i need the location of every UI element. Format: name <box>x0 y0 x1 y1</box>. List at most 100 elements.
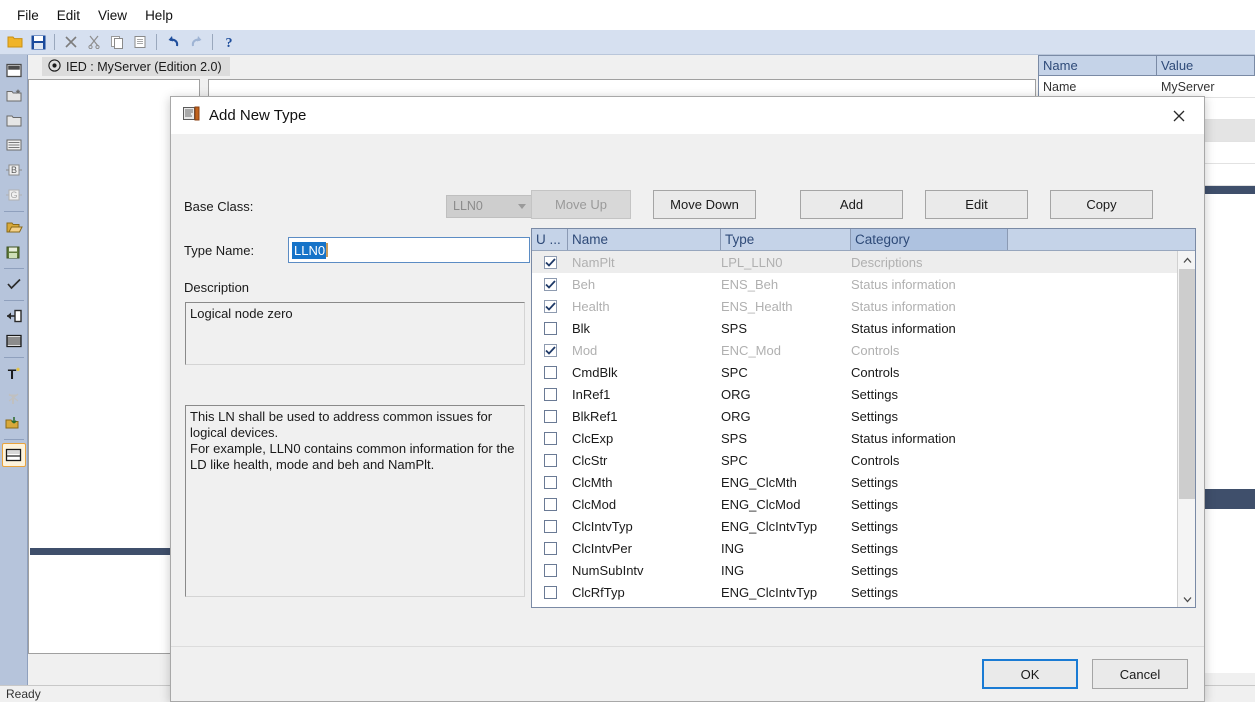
checkbox-unchecked-icon[interactable] <box>543 519 557 533</box>
dialog-title-bar[interactable]: Add New Type <box>171 97 1204 134</box>
list-item[interactable]: Health ENS_Health Status information <box>532 295 1178 317</box>
checkbox-checked-icon[interactable] <box>543 255 557 269</box>
checkbox-unchecked-icon[interactable] <box>543 475 557 489</box>
row-checkbox-cell[interactable] <box>532 431 568 445</box>
list-item[interactable]: Mod ENC_Mod Controls <box>532 339 1178 361</box>
close-icon[interactable] <box>1158 101 1200 130</box>
row-checkbox-cell[interactable] <box>532 497 568 511</box>
list-item[interactable]: CmdBlk SPC Controls <box>532 361 1178 383</box>
copy-button[interactable]: Copy <box>1050 190 1153 219</box>
row-checkbox-cell[interactable] <box>532 365 568 379</box>
scrollbar-thumb[interactable] <box>1179 269 1195 499</box>
add-text-icon[interactable]: T <box>2 361 26 385</box>
save-file-icon[interactable] <box>2 240 26 264</box>
checkbox-unchecked-icon[interactable] <box>543 585 557 599</box>
checkbox-unchecked-icon[interactable] <box>543 365 557 379</box>
row-checkbox-cell[interactable] <box>532 453 568 467</box>
checkbox-unchecked-icon[interactable] <box>543 563 557 577</box>
list-item[interactable]: NamPlt LPL_LLN0 Descriptions <box>532 251 1178 273</box>
properties-header-name[interactable]: Name <box>1039 56 1157 75</box>
list-item[interactable]: ClcMod ENG_ClcMod Settings <box>532 493 1178 515</box>
list-item[interactable]: InRef1 ORG Settings <box>532 383 1178 405</box>
row-checkbox-cell[interactable] <box>532 475 568 489</box>
list-item[interactable]: Beh ENS_Beh Status information <box>532 273 1178 295</box>
remove-text-icon[interactable]: T <box>2 386 26 410</box>
checkbox-unchecked-icon[interactable] <box>544 608 557 609</box>
list-item[interactable]: ClcExp SPS Status information <box>532 427 1178 449</box>
checkbox-checked-icon[interactable] <box>543 277 557 291</box>
checkbox-unchecked-icon[interactable] <box>543 387 557 401</box>
column-header-name[interactable]: Name <box>568 229 721 250</box>
edit-button[interactable]: Edit <box>925 190 1028 219</box>
row-checkbox-cell[interactable] <box>532 343 568 357</box>
panel-icon[interactable] <box>1 443 26 467</box>
add-button[interactable]: Add <box>800 190 903 219</box>
open-file-icon[interactable] <box>2 215 26 239</box>
row-checkbox-cell[interactable] <box>532 387 568 401</box>
list-item[interactable]: ClcRfPerINGSettings <box>532 603 1178 608</box>
row-checkbox-cell[interactable] <box>532 541 568 555</box>
checkbox-unchecked-icon[interactable] <box>543 409 557 423</box>
ok-button[interactable]: OK <box>982 659 1078 689</box>
list-item[interactable]: ClcMth ENG_ClcMth Settings <box>532 471 1178 493</box>
list-item[interactable]: BlkRef1 ORG Settings <box>532 405 1178 427</box>
lines-icon[interactable] <box>2 133 26 157</box>
undo-icon[interactable] <box>162 32 184 53</box>
row-checkbox-cell[interactable] <box>532 277 568 291</box>
description-input[interactable]: Logical node zero <box>185 302 525 365</box>
new-folder-icon[interactable] <box>2 83 26 107</box>
menu-item-view[interactable]: View <box>89 5 136 26</box>
validate-check-icon[interactable] <box>2 272 26 296</box>
checkbox-unchecked-icon[interactable] <box>543 453 557 467</box>
list-item[interactable]: Blk SPS Status information <box>532 317 1178 339</box>
menu-item-help[interactable]: Help <box>136 5 182 26</box>
open-folder-icon[interactable] <box>4 32 26 53</box>
row-checkbox-cell[interactable] <box>532 255 568 269</box>
list-item[interactable]: ClcStr SPC Controls <box>532 449 1178 471</box>
b-node-icon[interactable]: B <box>2 158 26 182</box>
import-icon[interactable] <box>2 411 26 435</box>
checkbox-checked-icon[interactable] <box>543 299 557 313</box>
redo-icon[interactable] <box>185 32 207 53</box>
delete-icon[interactable] <box>60 32 82 53</box>
list-item[interactable]: NumSubIntv ING Settings <box>532 559 1178 581</box>
folder-icon[interactable] <box>2 108 26 132</box>
move-up-button[interactable]: Move Up <box>531 190 631 219</box>
list-item[interactable]: ClcIntvPer ING Settings <box>532 537 1178 559</box>
move-down-button[interactable]: Move Down <box>653 190 756 219</box>
paste-icon[interactable] <box>129 32 151 53</box>
properties-header-value[interactable]: Value <box>1157 56 1255 75</box>
row-checkbox-cell[interactable] <box>532 585 568 599</box>
list-scrollbar[interactable] <box>1177 251 1195 607</box>
column-header-type[interactable]: Type <box>721 229 851 250</box>
menu-item-file[interactable]: File <box>8 5 48 26</box>
row-checkbox-cell[interactable] <box>532 409 568 423</box>
list-item[interactable]: ClcIntvTyp ENG_ClcIntvTyp Settings <box>532 515 1178 537</box>
row-checkbox-cell[interactable] <box>532 608 568 609</box>
row-checkbox-cell[interactable] <box>532 299 568 313</box>
type-name-input[interactable]: LLN0 <box>288 237 530 263</box>
row-checkbox-cell[interactable] <box>532 321 568 335</box>
checkbox-checked-icon[interactable] <box>543 343 557 357</box>
checkbox-unchecked-icon[interactable] <box>543 541 557 555</box>
table-icon[interactable] <box>2 329 26 353</box>
menu-item-edit[interactable]: Edit <box>48 5 89 26</box>
cut-icon[interactable] <box>83 32 105 53</box>
chevron-down-icon[interactable] <box>1178 590 1195 607</box>
document-tab-ied[interactable]: IED : MyServer (Edition 2.0) <box>42 57 230 76</box>
row-checkbox-cell[interactable] <box>532 519 568 533</box>
column-header-used[interactable]: U ... <box>532 229 568 250</box>
export-icon[interactable] <box>2 304 26 328</box>
save-icon[interactable] <box>27 32 49 53</box>
checkbox-unchecked-icon[interactable] <box>543 497 557 511</box>
list-item[interactable]: ClcRfTyp ENG_ClcIntvTyp Settings <box>532 581 1178 603</box>
help-icon[interactable]: ? <box>218 32 240 53</box>
new-document-icon[interactable] <box>2 58 26 82</box>
checkbox-unchecked-icon[interactable] <box>543 431 557 445</box>
checkbox-unchecked-icon[interactable] <box>543 321 557 335</box>
cancel-button[interactable]: Cancel <box>1092 659 1188 689</box>
chevron-up-icon[interactable] <box>1178 251 1195 269</box>
properties-row[interactable]: Name MyServer <box>1039 76 1255 98</box>
row-checkbox-cell[interactable] <box>532 563 568 577</box>
base-class-select[interactable]: LLN0 <box>446 194 534 218</box>
